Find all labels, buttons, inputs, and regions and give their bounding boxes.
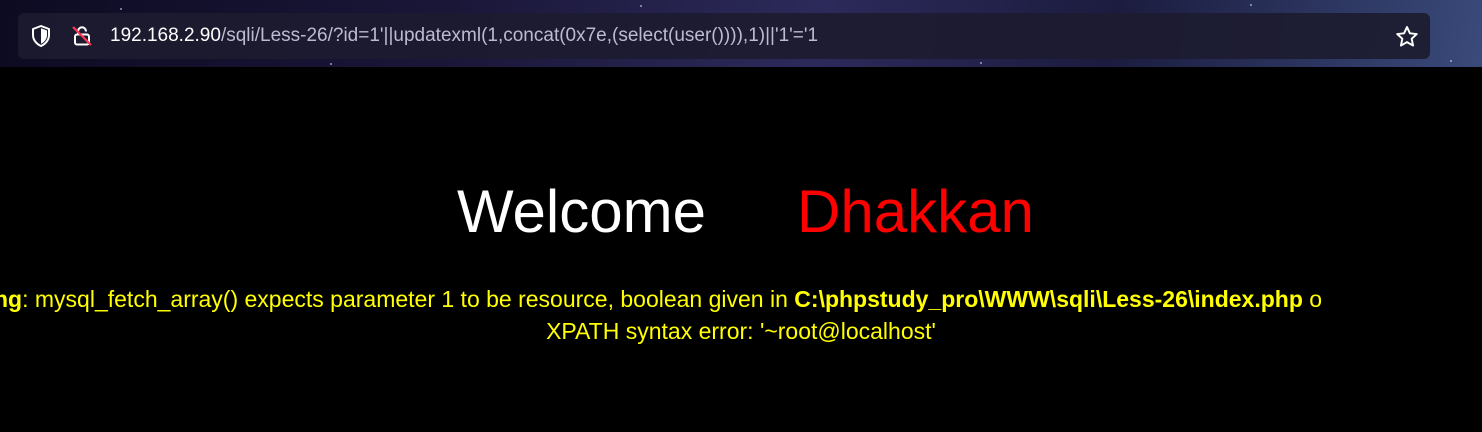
- warning-suffix: o: [1302, 286, 1323, 312]
- php-warning-line: ng: mysql_fetch_array() expects paramete…: [0, 284, 1482, 314]
- welcome-heading: Welcome Dhakkan: [0, 176, 1482, 248]
- php-warning-text: ng: mysql_fetch_array() expects paramete…: [0, 284, 1322, 314]
- warning-file-path: C:\phpstudy_pro\WWW\sqli\Less-26\index.p…: [794, 286, 1303, 312]
- background-star: [640, 5, 642, 7]
- insecure-lock-icon[interactable]: [70, 24, 94, 48]
- star-icon[interactable]: [1394, 24, 1420, 50]
- url-text[interactable]: 192.168.2.90/sqli/Less-26/?id=1'||update…: [110, 23, 818, 49]
- background-star: [1250, 4, 1252, 6]
- background-star: [1450, 60, 1452, 62]
- xpath-error-line: XPATH syntax error: '~root@localhost': [546, 318, 936, 344]
- background-star: [120, 8, 122, 10]
- address-bar[interactable]: 192.168.2.90/sqli/Less-26/?id=1'||update…: [18, 13, 1430, 59]
- warning-label-fragment: ng: [0, 286, 23, 312]
- browser-toolbar: 192.168.2.90/sqli/Less-26/?id=1'||update…: [0, 0, 1482, 67]
- background-star: [330, 63, 332, 65]
- welcome-name: Dhakkan: [797, 178, 1034, 245]
- background-star: [980, 62, 982, 64]
- welcome-word: Welcome: [457, 178, 706, 245]
- warning-message: : mysql_fetch_array() expects parameter …: [22, 286, 795, 312]
- url-host: 192.168.2.90: [110, 25, 221, 46]
- shield-icon[interactable]: [29, 24, 53, 48]
- url-path: /sqli/Less-26/?id=1'||updatexml(1,concat…: [220, 25, 819, 46]
